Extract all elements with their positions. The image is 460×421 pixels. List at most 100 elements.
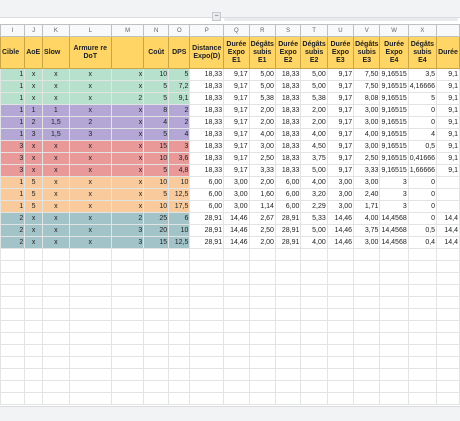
table-cell[interactable] [248, 356, 276, 369]
table-cell[interactable]: x [42, 188, 70, 201]
table-cell[interactable]: 9,16515 [379, 92, 409, 105]
table-cell[interactable] [110, 332, 145, 345]
table-cell[interactable] [300, 272, 328, 285]
table-cell[interactable] [407, 380, 438, 393]
table-cell[interactable] [436, 344, 460, 357]
table-cell[interactable]: 3 [379, 200, 409, 213]
table-cell[interactable]: x [42, 152, 70, 165]
table-cell[interactable]: x [42, 92, 70, 105]
table-cell[interactable] [42, 272, 70, 285]
table-cell[interactable] [223, 368, 250, 381]
table-cell[interactable] [68, 260, 112, 273]
table-cell[interactable] [300, 248, 328, 261]
table-cell[interactable]: 0 [407, 104, 438, 117]
table-cell[interactable]: 28,91 [274, 224, 302, 237]
table-cell[interactable] [110, 392, 145, 405]
table-cell[interactable] [248, 320, 276, 333]
table-cell[interactable]: 5 [143, 128, 170, 141]
table-cell[interactable] [223, 320, 250, 333]
header-cell[interactable]: Durée Expo E2 [274, 36, 302, 69]
table-cell[interactable] [110, 380, 145, 393]
table-cell[interactable] [407, 272, 438, 285]
table-cell[interactable]: 2,00 [300, 116, 328, 129]
table-cell[interactable]: 18,33 [274, 140, 302, 153]
table-cell[interactable]: 9,17 [326, 80, 355, 93]
table-cell[interactable] [436, 296, 460, 309]
table-cell[interactable] [353, 380, 381, 393]
table-cell[interactable]: 5,38 [300, 92, 328, 105]
table-cell[interactable] [168, 332, 191, 345]
table-cell[interactable] [189, 296, 225, 309]
table-cell[interactable] [68, 296, 112, 309]
table-cell[interactable] [326, 332, 355, 345]
table-cell[interactable] [407, 296, 438, 309]
table-cell[interactable] [0, 260, 26, 273]
table-cell[interactable]: 3 [379, 188, 409, 201]
table-cell[interactable] [42, 320, 70, 333]
table-cell[interactable] [436, 320, 460, 333]
table-cell[interactable]: x [24, 152, 44, 165]
table-cell[interactable] [223, 284, 250, 297]
column-header[interactable]: V [353, 24, 381, 37]
table-cell[interactable]: 9,1 [436, 152, 460, 165]
table-cell[interactable]: 20 [143, 224, 170, 237]
column-header[interactable]: R [248, 24, 276, 37]
table-cell[interactable]: 18,33 [189, 140, 225, 153]
table-cell[interactable] [42, 296, 70, 309]
table-cell[interactable]: x [110, 68, 145, 81]
table-cell[interactable]: 14,4 [436, 224, 460, 237]
table-cell[interactable] [274, 392, 302, 405]
table-cell[interactable] [379, 320, 409, 333]
table-cell[interactable]: 1 [0, 200, 26, 213]
table-cell[interactable]: 5 [24, 200, 44, 213]
table-cell[interactable] [300, 308, 328, 321]
table-cell[interactable] [353, 344, 381, 357]
column-header[interactable] [436, 24, 460, 37]
header-cell[interactable]: Armure re DoT [68, 36, 112, 69]
table-cell[interactable]: 1,71 [353, 200, 381, 213]
table-cell[interactable]: 1,66666 [407, 164, 438, 177]
table-cell[interactable]: 2,00 [248, 116, 276, 129]
table-cell[interactable] [326, 308, 355, 321]
table-cell[interactable]: x [42, 224, 70, 237]
table-cell[interactable]: 9,1 [436, 116, 460, 129]
table-cell[interactable]: 3,00 [326, 200, 355, 213]
table-cell[interactable] [0, 356, 26, 369]
table-cell[interactable]: 3,5 [407, 68, 438, 81]
table-cell[interactable]: 5,00 [300, 68, 328, 81]
table-cell[interactable] [68, 284, 112, 297]
table-cell[interactable]: 9,16515 [379, 116, 409, 129]
table-cell[interactable] [326, 272, 355, 285]
table-cell[interactable] [407, 344, 438, 357]
table-cell[interactable] [42, 344, 70, 357]
table-cell[interactable] [248, 380, 276, 393]
table-cell[interactable] [189, 368, 225, 381]
table-cell[interactable] [42, 284, 70, 297]
table-cell[interactable] [42, 368, 70, 381]
table-cell[interactable]: 1 [0, 80, 26, 93]
table-cell[interactable]: 5 [24, 188, 44, 201]
header-cell[interactable]: Durée Expo E4 [379, 36, 409, 69]
table-cell[interactable] [24, 332, 44, 345]
table-cell[interactable]: x [110, 116, 145, 129]
table-cell[interactable]: x [110, 152, 145, 165]
table-cell[interactable] [300, 320, 328, 333]
table-cell[interactable]: 7,2 [168, 80, 191, 93]
table-cell[interactable]: 14,46 [223, 224, 250, 237]
table-cell[interactable] [274, 308, 302, 321]
table-cell[interactable]: x [68, 164, 112, 177]
table-cell[interactable]: 9,16515 [379, 104, 409, 117]
header-cell[interactable]: DPS [168, 36, 191, 69]
column-header[interactable]: P [189, 24, 225, 37]
header-cell[interactable]: Dégâts subis E4 [407, 36, 438, 69]
column-header[interactable]: Q [223, 24, 250, 37]
table-cell[interactable] [24, 284, 44, 297]
table-cell[interactable] [223, 392, 250, 405]
table-cell[interactable]: 9,1 [168, 92, 191, 105]
table-cell[interactable]: 9,17 [223, 164, 250, 177]
table-cell[interactable]: 6,00 [274, 200, 302, 213]
table-cell[interactable] [143, 296, 170, 309]
table-cell[interactable] [110, 272, 145, 285]
table-cell[interactable] [326, 260, 355, 273]
table-cell[interactable]: 9,1 [436, 92, 460, 105]
